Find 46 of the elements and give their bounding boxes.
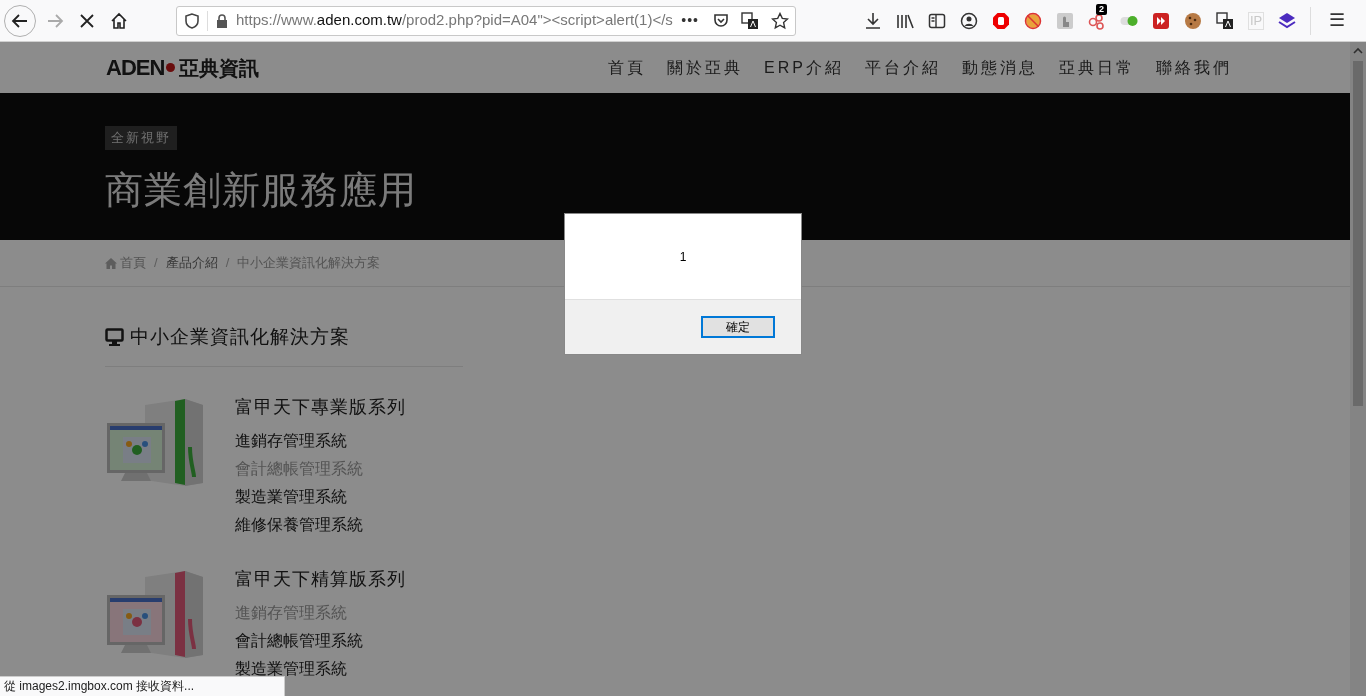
breadcrumb-separator: / bbox=[154, 254, 158, 273]
scroll-up-icon[interactable] bbox=[1353, 47, 1363, 55]
breadcrumb-link[interactable]: 產品介紹 bbox=[165, 253, 218, 273]
url-text: https://www.aden.com.tw/prod2.php?pid=A04"><script>alert(1)</s bbox=[236, 10, 673, 31]
product-link[interactable]: 維修保養管理系統 bbox=[235, 510, 406, 539]
product-link[interactable]: 進銷存管理系統 bbox=[235, 426, 406, 455]
sidebar-icon[interactable] bbox=[928, 11, 946, 30]
nav-link[interactable]: 動態消息 bbox=[962, 55, 1038, 80]
section-title: 中小企業資訊化解決方案 bbox=[130, 325, 350, 349]
cookie-icon[interactable] bbox=[1184, 11, 1202, 30]
nav-link[interactable]: ERP介紹 bbox=[764, 55, 844, 80]
product-link[interactable]: 製造業管理系統 bbox=[235, 482, 406, 511]
menu-button[interactable]: ☰ bbox=[1329, 7, 1346, 34]
star-icon[interactable] bbox=[771, 11, 789, 30]
scrollbar[interactable] bbox=[1350, 42, 1366, 696]
nav-link[interactable]: 聯絡我們 bbox=[1156, 55, 1232, 80]
account-icon[interactable] bbox=[960, 11, 978, 30]
ok-button[interactable]: 確定 bbox=[701, 316, 775, 338]
alert-message: 1 bbox=[679, 248, 687, 266]
back-arrow-icon[interactable] bbox=[11, 11, 29, 30]
fast-forward-icon[interactable] bbox=[1152, 11, 1170, 30]
product-series-title: 富甲天下專業版系列 bbox=[235, 395, 406, 419]
home-icon bbox=[105, 257, 117, 269]
close-icon[interactable] bbox=[80, 13, 94, 28]
notification-badge: 2 bbox=[1096, 3, 1107, 15]
site-logo[interactable]: ADEN 亞典資訊 bbox=[106, 51, 260, 84]
monitor-icon bbox=[105, 328, 124, 347]
address-bar[interactable]: https://www.aden.com.tw/prod2.php?pid=A04"><script>alert(1)</s ••• bbox=[176, 5, 796, 36]
product-series-title: 富甲天下精算版系列 bbox=[235, 567, 406, 591]
translate-icon[interactable] bbox=[741, 11, 759, 30]
pocket-icon[interactable] bbox=[713, 12, 729, 29]
translate-icon[interactable] bbox=[1216, 11, 1234, 30]
page-actions-button[interactable]: ••• bbox=[675, 10, 705, 31]
download-icon[interactable] bbox=[864, 11, 882, 30]
layers-icon[interactable] bbox=[1278, 11, 1297, 30]
nav-link[interactable]: 首頁 bbox=[608, 55, 647, 80]
product-link[interactable]: 會計總帳管理系統 bbox=[235, 626, 406, 655]
hero-tag: 全新視野 bbox=[105, 126, 177, 150]
status-bar: 從 images2.imgbox.com 接收資料... bbox=[0, 676, 285, 696]
nav-link[interactable]: 亞典日常 bbox=[1059, 55, 1135, 80]
nav-link[interactable]: 平台介紹 bbox=[865, 55, 941, 80]
nav-link[interactable]: 關於亞典 bbox=[667, 55, 744, 80]
lock-icon bbox=[216, 13, 228, 28]
hero-title: 商業創新服務應用 bbox=[105, 167, 418, 213]
shield-icon[interactable] bbox=[185, 12, 199, 29]
breadcrumb-separator: / bbox=[225, 254, 230, 273]
